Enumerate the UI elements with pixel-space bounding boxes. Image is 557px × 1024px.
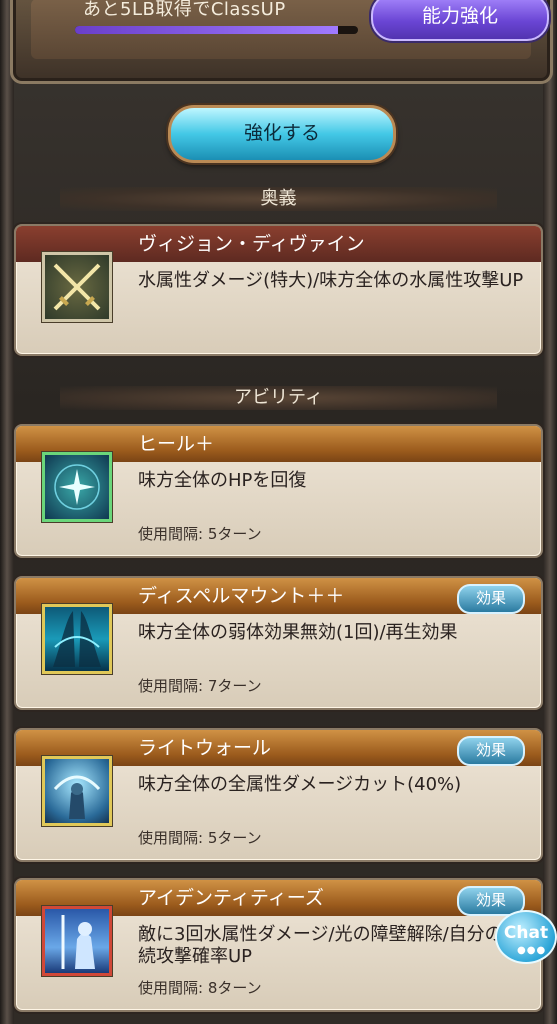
ability-card-heal[interactable]: ヒール＋ 味方全体のHPを回復 使用間隔: 5ターン bbox=[14, 424, 543, 558]
ability-cooldown: 使用間隔: 8ターン bbox=[138, 979, 262, 997]
ability-card-light-wall[interactable]: ライトウォール 効果 味方全体の全属性ダメージカット(40%) 使用間隔: 5タ… bbox=[14, 728, 543, 862]
ougi-description: 水属性ダメージ(特大)/味方全体の水属性攻撃UP bbox=[138, 270, 524, 291]
section-ability-title: アビリティ bbox=[60, 386, 497, 410]
effect-button[interactable]: 効果 bbox=[457, 736, 525, 766]
class-up-text: あと5LB取得でClassUP bbox=[83, 0, 286, 20]
class-up-inner: あと5LB取得でClassUP 能力強化 bbox=[31, 0, 549, 59]
ability-card-identities[interactable]: アイデンティティーズ 効果 敵に3回水属性ダメージ/光の障壁解除/自分の連続攻撃… bbox=[14, 878, 543, 1012]
light-wall-icon bbox=[42, 756, 112, 826]
ability-description: 敵に3回水属性ダメージ/光の障壁解除/自分の連続攻撃確率UP bbox=[138, 924, 521, 967]
effect-button[interactable]: 効果 bbox=[457, 584, 525, 614]
ability-description: 味方全体の全属性ダメージカット(40%) bbox=[138, 774, 462, 795]
ability-card-dispel-mount[interactable]: ディスペルマウント＋＋ 効果 味方全体の弱体効果無効(1回)/再生効果 使用間隔… bbox=[14, 576, 543, 710]
chat-button[interactable]: Chat ●●● bbox=[495, 910, 557, 964]
heal-sparkle-icon bbox=[42, 452, 112, 522]
class-up-progress-fill bbox=[75, 26, 339, 34]
ability-enhance-button[interactable]: 能力強化 bbox=[371, 0, 549, 41]
ability-description: 味方全体の弱体効果無効(1回)/再生効果 bbox=[138, 622, 458, 643]
dispel-mount-icon bbox=[42, 604, 112, 674]
right-frame-rail bbox=[543, 0, 557, 1024]
ability-description: 味方全体のHPを回復 bbox=[138, 470, 307, 491]
section-ougi-title: 奥義 bbox=[60, 187, 497, 211]
crossed-swords-icon bbox=[42, 252, 112, 322]
chat-label: Chat bbox=[503, 923, 549, 943]
enhance-button[interactable]: 強化する bbox=[168, 105, 396, 163]
chat-dots-icon: ●●● bbox=[517, 945, 547, 956]
ability-cooldown: 使用間隔: 7ターン bbox=[138, 677, 262, 695]
ability-cooldown: 使用間隔: 5ターン bbox=[138, 525, 262, 543]
identities-icon bbox=[42, 906, 112, 976]
left-frame-rail bbox=[0, 0, 14, 1024]
ougi-card[interactable]: ヴィジョン・ディヴァイン 水属性ダメージ(特大)/味方全体の水属性攻撃UP bbox=[14, 224, 543, 356]
class-up-progress bbox=[75, 26, 358, 34]
class-up-panel: あと5LB取得でClassUP 能力強化 bbox=[10, 0, 553, 84]
ability-cooldown: 使用間隔: 5ターン bbox=[138, 829, 262, 847]
